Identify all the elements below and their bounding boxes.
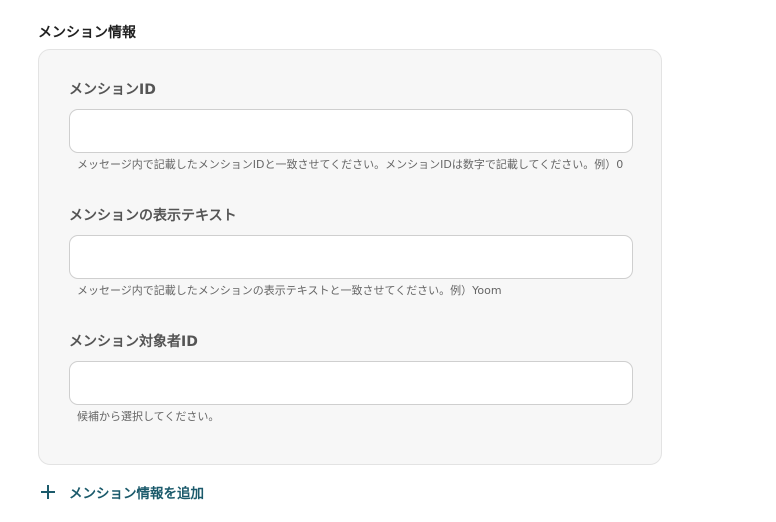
section-title: メンション情報 [38, 25, 136, 41]
mention-target-id-label: メンション対象者ID [69, 334, 198, 350]
add-mention-info-button[interactable]: メンション情報を追加 [38, 482, 204, 502]
mention-id-label: メンションID [69, 82, 156, 98]
mention-display-text-input[interactable] [69, 235, 633, 279]
mention-display-text-help: メッセージ内で記載したメンションの表示テキストと一致させてください。例）Yoom [77, 284, 502, 297]
mention-id-input[interactable] [69, 109, 633, 153]
mention-info-card: メンションID メッセージ内で記載したメンションIDと一致させてください。メンシ… [38, 49, 662, 465]
mention-display-text-field: メンションの表示テキスト メッセージ内で記載したメンションの表示テキストと一致さ… [69, 206, 633, 298]
mention-id-field: メンションID メッセージ内で記載したメンションIDと一致させてください。メンシ… [69, 80, 633, 172]
mention-target-id-field: メンション対象者ID 候補から選択してください。 [69, 332, 633, 424]
plus-icon [41, 485, 55, 499]
mention-target-id-input[interactable] [69, 361, 633, 405]
mention-target-id-help: 候補から選択してください。 [77, 410, 220, 423]
add-mention-info-label: メンション情報を追加 [69, 486, 204, 502]
mention-id-help: メッセージ内で記載したメンションIDと一致させてください。メンションIDは数字で… [77, 158, 624, 171]
mention-display-text-label: メンションの表示テキスト [69, 208, 237, 224]
